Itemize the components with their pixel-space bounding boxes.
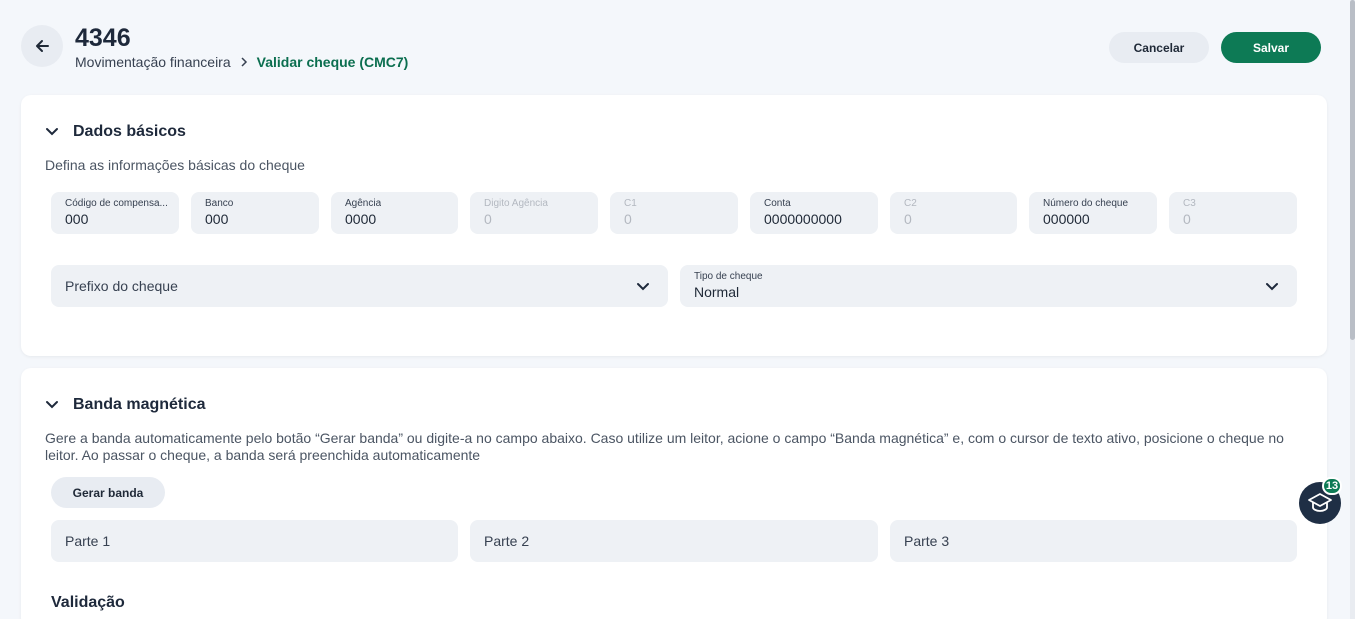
gerar-banda-button[interactable]: Gerar banda xyxy=(51,477,165,508)
scrollbar-thumb[interactable] xyxy=(1350,0,1355,340)
c1-field: C1 0 xyxy=(610,192,738,234)
section-description: Defina as informações básicas do cheque xyxy=(45,157,305,173)
section-title: Dados básicos xyxy=(73,123,186,140)
input-placeholder: Parte 3 xyxy=(904,533,950,549)
field-value: 000000 xyxy=(1043,211,1090,227)
prefixo-cheque-select[interactable]: Prefixo do cheque xyxy=(51,265,668,307)
field-label: Número do cheque xyxy=(1043,198,1129,209)
chevron-down-icon xyxy=(1266,283,1278,291)
section-title: Banda magnética xyxy=(73,396,206,413)
banda-magnetica-card: Banda magnética Gere a banda automaticam… xyxy=(21,368,1327,619)
page-scrollbar[interactable] xyxy=(1350,0,1355,619)
banda-parte-2-input[interactable]: Parte 2 xyxy=(470,520,878,562)
field-value: 0 xyxy=(624,211,632,227)
back-button[interactable] xyxy=(21,25,63,67)
cancel-button[interactable]: Cancelar xyxy=(1109,32,1209,63)
input-placeholder: Parte 1 xyxy=(65,533,111,549)
page-title: 4346 xyxy=(75,24,131,52)
breadcrumb: Movimentação financeira Validar cheque (… xyxy=(75,54,408,70)
chevron-down-icon xyxy=(637,283,649,291)
codigo-compensacao-field[interactable]: Código de compensa... 000 xyxy=(51,192,179,234)
field-label: Digito Agência xyxy=(484,198,548,209)
chevron-right-icon xyxy=(240,57,248,67)
agencia-field[interactable]: Agência 0000 xyxy=(331,192,458,234)
dados-basicos-toggle[interactable]: Dados básicos xyxy=(45,123,186,141)
arrow-left-icon xyxy=(36,40,49,52)
c2-field: C2 0 xyxy=(890,192,1017,234)
select-placeholder: Prefixo do cheque xyxy=(65,278,178,294)
field-value: 000 xyxy=(205,211,229,227)
field-value: 0 xyxy=(484,211,492,227)
numero-cheque-field[interactable]: Número do cheque 000000 xyxy=(1029,192,1157,234)
chevron-down-icon xyxy=(46,401,58,409)
field-label: C1 xyxy=(624,198,637,209)
banda-parte-1-input[interactable]: Parte 1 xyxy=(51,520,458,562)
breadcrumb-parent-link[interactable]: Movimentação financeira xyxy=(75,54,231,70)
field-value: 0 xyxy=(904,211,912,227)
banda-parte-3-input[interactable]: Parte 3 xyxy=(890,520,1297,562)
banda-magnetica-toggle[interactable]: Banda magnética xyxy=(45,396,205,414)
field-value: 0000000000 xyxy=(764,211,842,227)
validacao-heading: Validação xyxy=(51,594,125,611)
input-placeholder: Parte 2 xyxy=(484,533,530,549)
conta-field[interactable]: Conta 0000000000 xyxy=(750,192,878,234)
graduation-cap-icon xyxy=(1308,493,1332,512)
c3-field: C3 0 xyxy=(1169,192,1297,234)
field-label: Tipo de cheque xyxy=(694,271,763,282)
field-label: C3 xyxy=(1183,198,1196,209)
field-label: C2 xyxy=(904,198,917,209)
field-value: 0 xyxy=(1183,211,1191,227)
field-label: Código de compensa... xyxy=(65,198,168,209)
breadcrumb-current: Validar cheque (CMC7) xyxy=(256,54,409,70)
notification-badge: 13 xyxy=(1322,477,1342,495)
digito-agencia-field: Digito Agência 0 xyxy=(470,192,598,234)
field-value: 000 xyxy=(65,211,89,227)
banco-field[interactable]: Banco 000 xyxy=(191,192,319,234)
field-label: Agência xyxy=(345,198,382,209)
tipo-cheque-select[interactable]: Tipo de cheque Normal xyxy=(680,265,1297,307)
section-description: Gere a banda automaticamente pelo botão … xyxy=(45,430,1284,463)
chevron-down-icon xyxy=(46,128,58,136)
field-label: Banco xyxy=(205,198,234,209)
field-label: Conta xyxy=(764,198,791,209)
field-value: Normal xyxy=(694,284,740,300)
dados-basicos-card: Dados básicos Defina as informações bási… xyxy=(21,95,1327,356)
field-value: 0000 xyxy=(345,211,377,227)
save-button[interactable]: Salvar xyxy=(1221,32,1321,63)
